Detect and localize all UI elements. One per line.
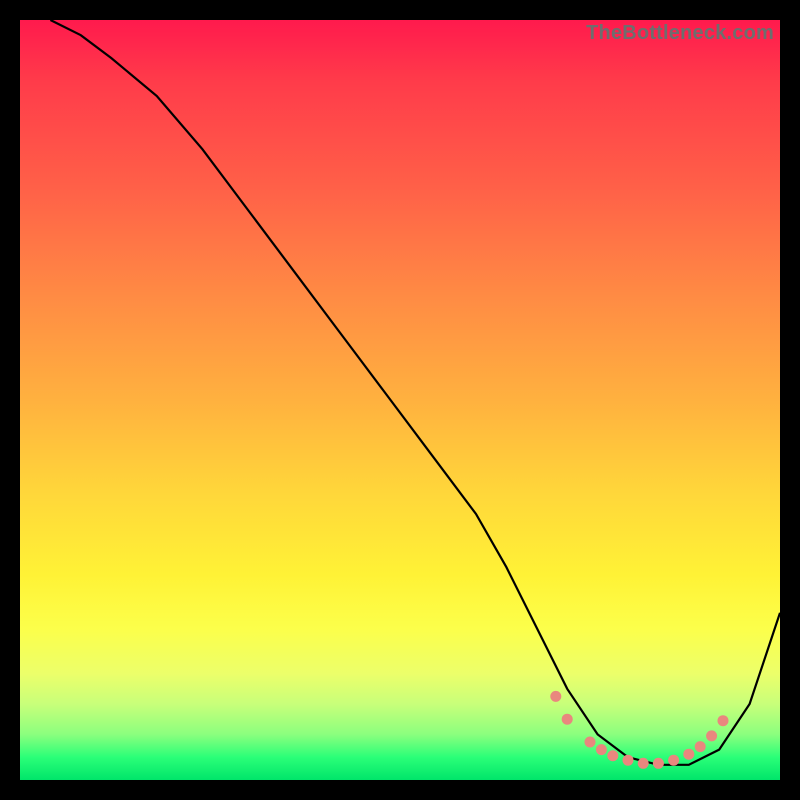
plot-area: TheBottleneck.com bbox=[20, 20, 780, 780]
chart-svg bbox=[20, 20, 780, 780]
bottleneck-curve bbox=[50, 20, 780, 765]
marker-dot bbox=[718, 715, 729, 726]
marker-dot bbox=[596, 744, 607, 755]
chart-frame: TheBottleneck.com bbox=[0, 0, 800, 800]
marker-dot bbox=[550, 691, 561, 702]
marker-dot bbox=[585, 737, 596, 748]
marker-dot bbox=[623, 755, 634, 766]
marker-dot bbox=[668, 755, 679, 766]
marker-dot bbox=[695, 741, 706, 752]
marker-dot bbox=[562, 714, 573, 725]
marker-dot bbox=[607, 750, 618, 761]
marker-dot bbox=[638, 758, 649, 769]
marker-dot bbox=[683, 749, 694, 760]
marker-dot bbox=[653, 758, 664, 769]
marker-dot bbox=[706, 730, 717, 741]
